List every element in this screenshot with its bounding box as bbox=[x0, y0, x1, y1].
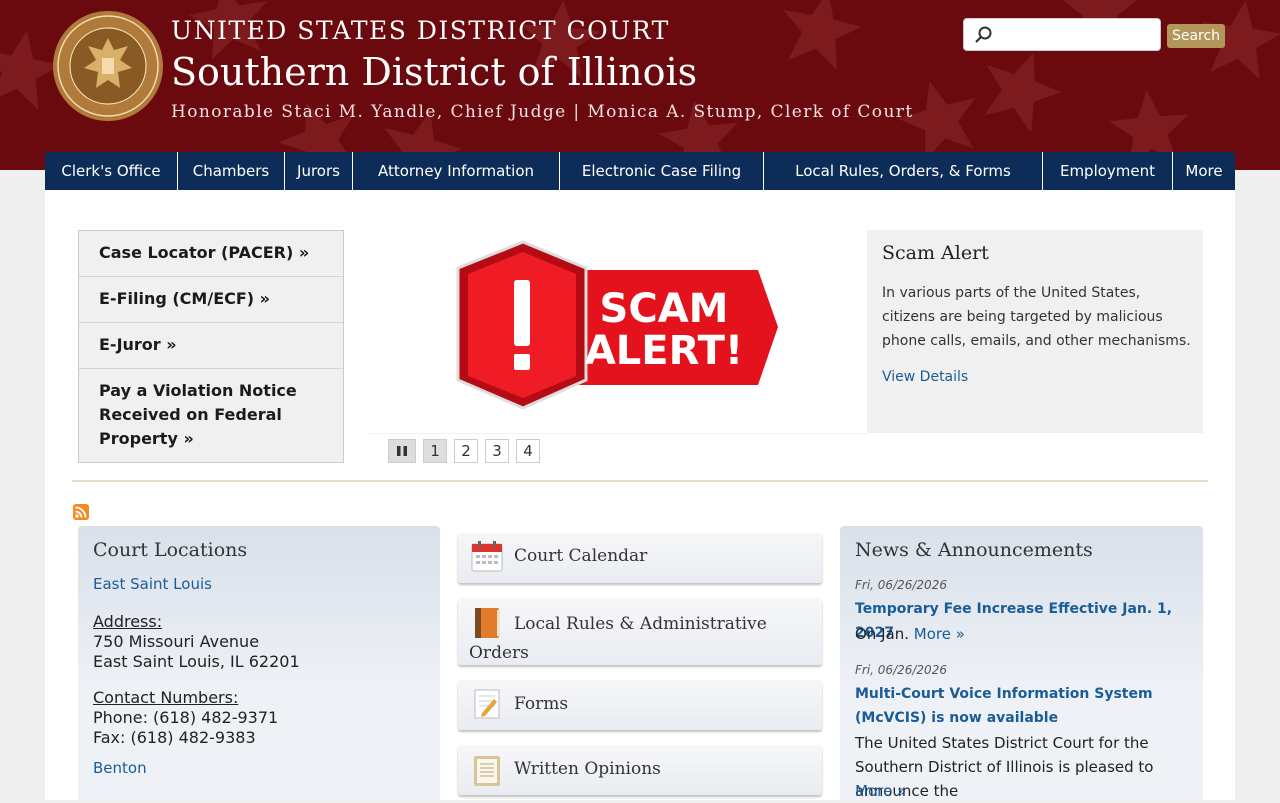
district-name[interactable]: Southern District of Illinois bbox=[171, 50, 697, 94]
site-header: UNITED STATES DISTRICT COURT Southern Di… bbox=[0, 0, 1280, 170]
rss-feed-icon[interactable] bbox=[73, 504, 89, 520]
pager-button-3[interactable]: 3 bbox=[485, 439, 509, 463]
tile-written-opinions[interactable]: Written Opinions bbox=[458, 745, 822, 795]
nav-clerks-office[interactable]: Clerk's Office bbox=[45, 152, 178, 190]
slider-pager: 1 2 3 4 bbox=[388, 439, 540, 463]
form-edit-icon bbox=[474, 689, 500, 719]
phone-number: Phone: (618) 482-9371 bbox=[93, 708, 279, 727]
scam-alert-graphic: SCAM ALERT! bbox=[456, 240, 778, 410]
pager-button-2[interactable]: 2 bbox=[454, 439, 478, 463]
quick-link-efiling[interactable]: E-Filing (CM/ECF) » bbox=[79, 277, 343, 323]
document-icon bbox=[474, 756, 500, 786]
address-line-2: East Saint Louis, IL 62201 bbox=[93, 652, 300, 671]
view-details-link[interactable]: View Details bbox=[882, 369, 968, 385]
location-link-east-saint-louis[interactable]: East Saint Louis bbox=[93, 575, 212, 593]
search-input[interactable] bbox=[994, 23, 1158, 49]
tile-label-forms: Forms bbox=[514, 694, 569, 714]
court-name: UNITED STATES DISTRICT COURT bbox=[171, 16, 670, 45]
court-seal-logo[interactable] bbox=[52, 10, 164, 122]
nav-jurors[interactable]: Jurors bbox=[285, 152, 353, 190]
nav-attorney-information[interactable]: Attorney Information bbox=[353, 152, 560, 190]
court-officers: Honorable Staci M. Yandle, Chief Judge |… bbox=[171, 102, 914, 122]
nav-local-rules[interactable]: Local Rules, Orders, & Forms bbox=[764, 152, 1043, 190]
news-summary: On Jan. More » bbox=[855, 622, 1195, 646]
tile-local-rules[interactable]: Local Rules & Administrative Orders bbox=[458, 598, 822, 665]
tile-court-calendar[interactable]: Court Calendar bbox=[458, 533, 822, 583]
tile-label-court-calendar: Court Calendar bbox=[514, 546, 648, 566]
section-divider bbox=[72, 480, 1208, 482]
quick-links-panel: Case Locator (PACER) » E-Filing (CM/ECF)… bbox=[78, 230, 344, 463]
address-label: Address: bbox=[93, 612, 163, 631]
news-date: Fri, 06/26/2026 bbox=[855, 578, 947, 592]
contact-numbers-label: Contact Numbers: bbox=[93, 688, 239, 707]
quick-link-pacer[interactable]: Case Locator (PACER) » bbox=[79, 231, 343, 277]
fax-number: Fax: (618) 482-9383 bbox=[93, 728, 256, 747]
pager-button-4[interactable]: 4 bbox=[516, 439, 540, 463]
slide-image[interactable]: SCAM ALERT! bbox=[368, 230, 866, 433]
news-more-link[interactable]: More » bbox=[855, 779, 1195, 803]
news-headline[interactable]: Multi-Court Voice Information System (Mc… bbox=[855, 682, 1195, 730]
news-date: Fri, 06/26/2026 bbox=[855, 663, 947, 677]
news-title: News & Announcements bbox=[855, 539, 1093, 561]
tile-forms[interactable]: Forms bbox=[458, 680, 822, 730]
image-text-scam: SCAM bbox=[600, 286, 729, 332]
nav-electronic-case-filing[interactable]: Electronic Case Filing bbox=[560, 152, 764, 190]
pause-icon[interactable] bbox=[388, 439, 416, 463]
search-icon bbox=[975, 26, 992, 43]
nav-employment[interactable]: Employment bbox=[1043, 152, 1173, 190]
slide-caption: Scam Alert In various parts of the Unite… bbox=[867, 230, 1203, 433]
quick-link-ejuror[interactable]: E-Juror » bbox=[79, 323, 343, 369]
news-body-text: On Jan. bbox=[855, 625, 909, 643]
tile-label-written-opinions: Written Opinions bbox=[514, 759, 661, 779]
calendar-icon bbox=[471, 541, 503, 572]
slide-title: Scam Alert bbox=[882, 242, 989, 264]
address-line-1: 750 Missouri Avenue bbox=[93, 632, 260, 651]
court-locations-title: Court Locations bbox=[93, 539, 248, 561]
location-link-benton[interactable]: Benton bbox=[93, 759, 147, 777]
news-panel: News & Announcements Fri, 06/26/2026 Tem… bbox=[840, 526, 1203, 800]
court-locations-panel: Court Locations East Saint Louis Address… bbox=[78, 526, 440, 800]
main-navigation: Clerk's Office Chambers Jurors Attorney … bbox=[45, 152, 1235, 190]
quick-link-violation-notice[interactable]: Pay a Violation Notice Received on Feder… bbox=[79, 369, 343, 462]
news-more-link[interactable]: More » bbox=[914, 625, 965, 643]
search-field[interactable] bbox=[963, 18, 1161, 51]
tile-label-local-rules: Local Rules & Administrative Orders bbox=[469, 614, 767, 663]
image-text-alert: ALERT! bbox=[585, 328, 743, 374]
nav-more[interactable]: More bbox=[1173, 152, 1235, 190]
search-button[interactable]: Search bbox=[1167, 24, 1225, 48]
pager-button-1[interactable]: 1 bbox=[423, 439, 447, 463]
slider-bottom-line bbox=[368, 433, 866, 434]
nav-chambers[interactable]: Chambers bbox=[178, 152, 285, 190]
slide-text: In various parts of the United States, c… bbox=[882, 285, 1191, 349]
